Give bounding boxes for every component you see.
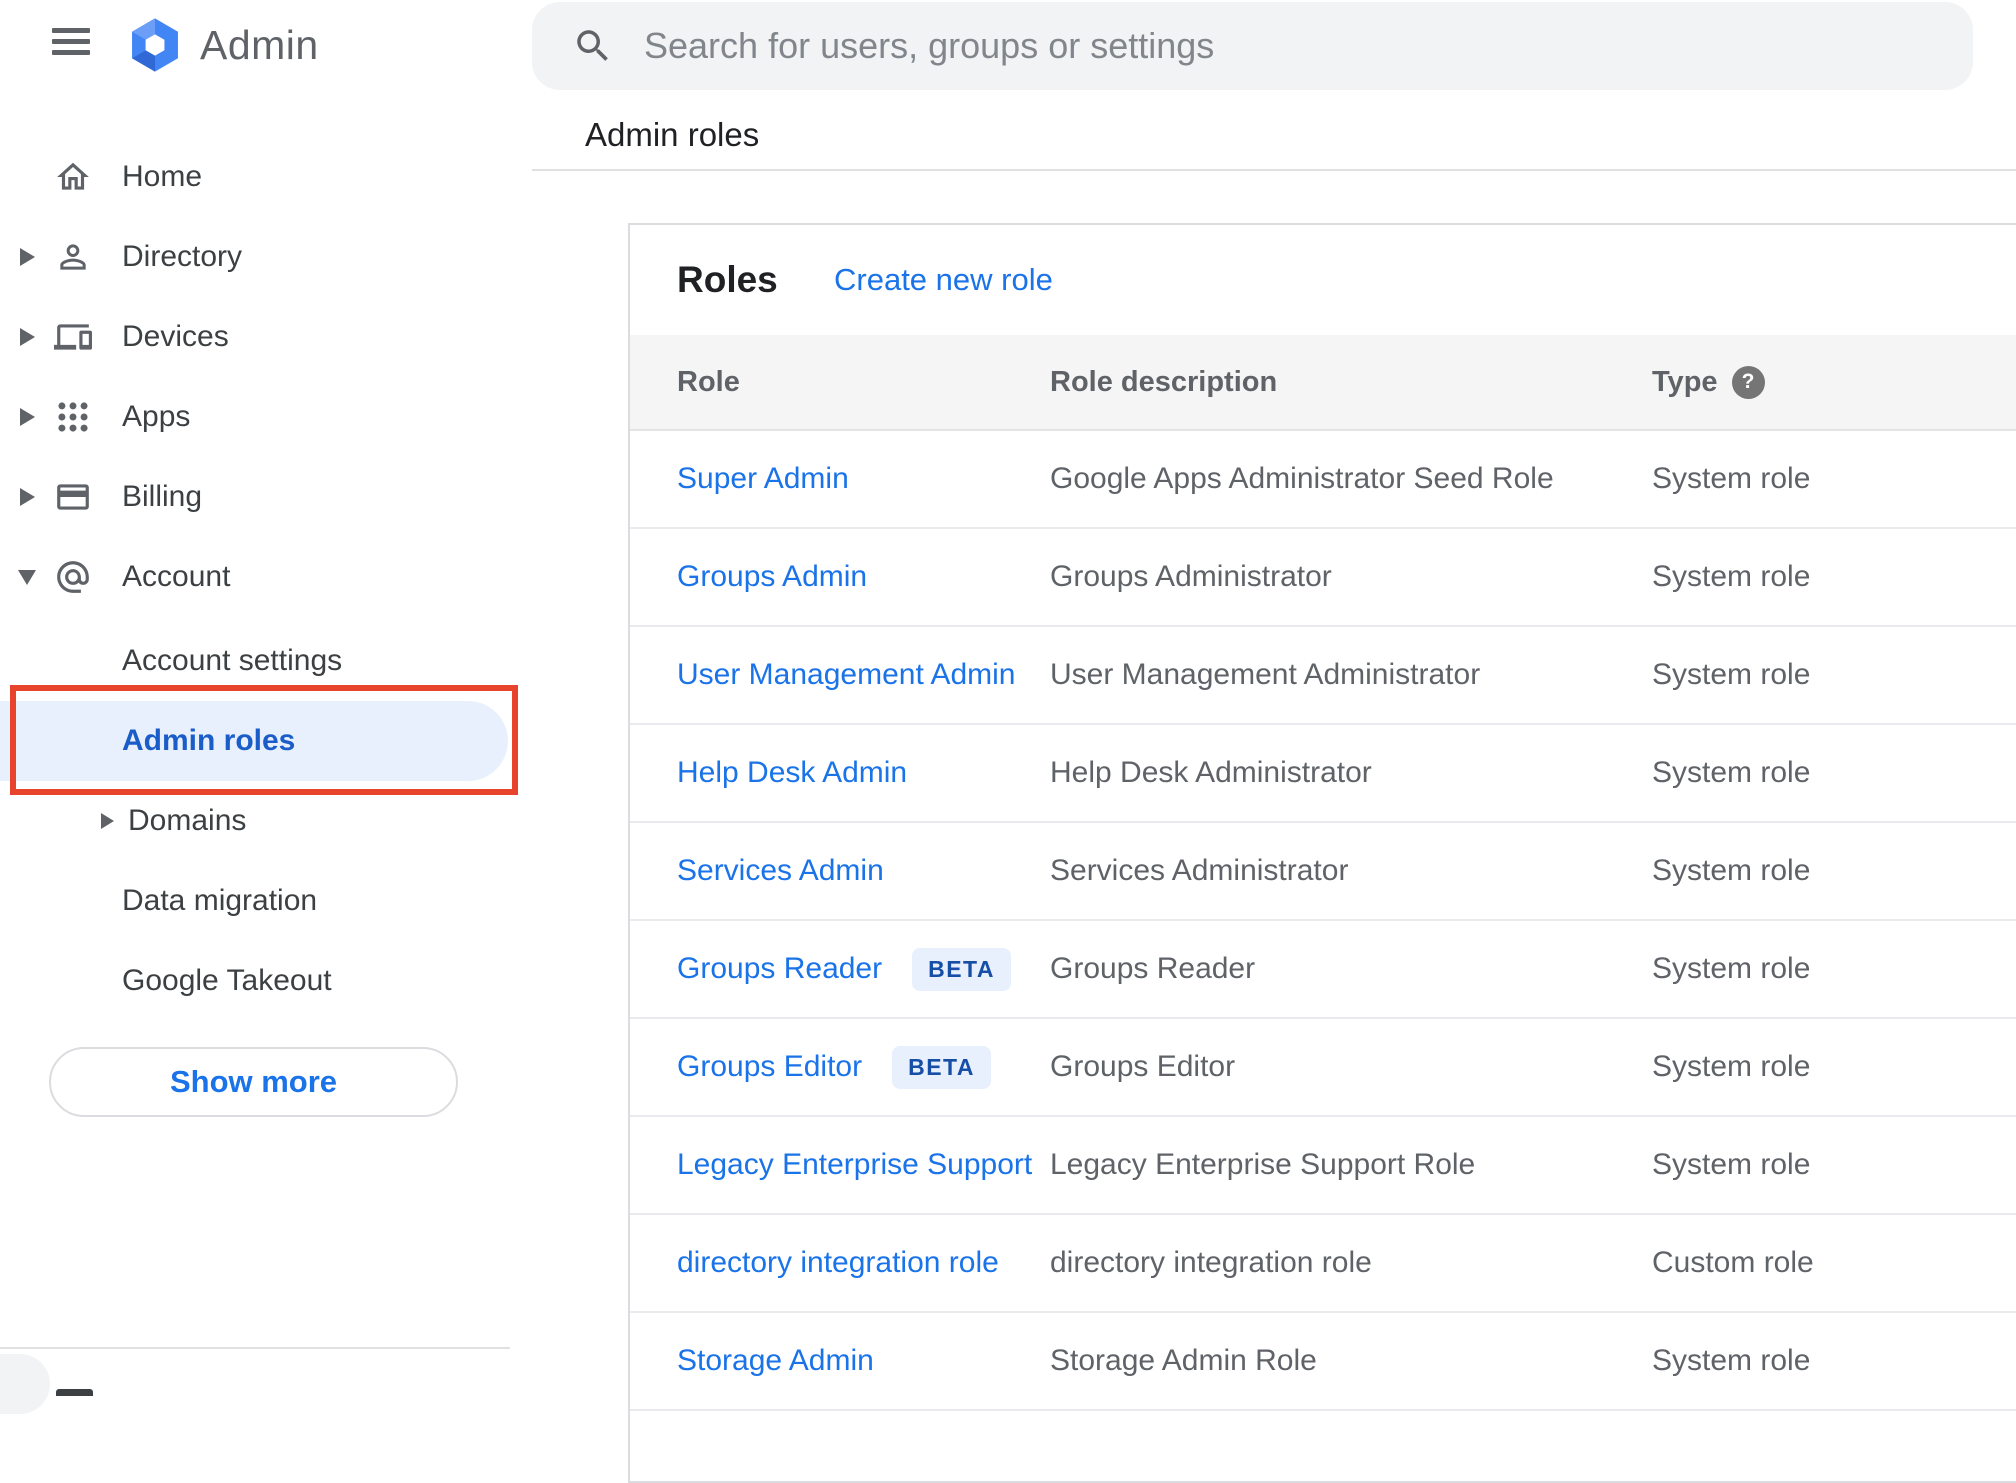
- breadcrumb: Admin roles: [585, 116, 760, 153]
- sidebar-item-label: Billing: [122, 480, 203, 513]
- sidebar-item-label: Data migration: [122, 884, 318, 917]
- person-icon: [54, 238, 92, 276]
- search-input[interactable]: [642, 24, 1973, 68]
- role-link[interactable]: Groups Editor: [677, 1050, 862, 1084]
- sidebar-item-account-settings[interactable]: Account settings: [0, 621, 508, 701]
- role-description: User Management Administrator: [1050, 658, 1481, 691]
- role-type: System role: [1652, 462, 1811, 495]
- beta-badge: BETA: [912, 947, 1012, 991]
- create-new-role-link[interactable]: Create new role: [834, 262, 1053, 298]
- role-type: System role: [1652, 952, 1811, 985]
- expand-arrow-icon[interactable]: [16, 248, 38, 266]
- collapse-arrow-icon[interactable]: [16, 569, 38, 585]
- table-row: Legacy Enterprise Support Legacy Enterpr…: [630, 1117, 2016, 1215]
- partial-bottom-icon: [56, 1389, 93, 1396]
- role-type: System role: [1652, 560, 1811, 593]
- sidebar-item-label: Home: [122, 160, 203, 193]
- table-row: Groups Editor BETA Groups Editor System …: [630, 1019, 2016, 1117]
- table-row: User Management Admin User Management Ad…: [630, 627, 2016, 725]
- role-link[interactable]: Storage Admin: [677, 1344, 874, 1378]
- sidebar-item-label: Google Takeout: [122, 964, 332, 997]
- column-header-role: Role: [677, 365, 740, 398]
- at-email-icon: [54, 558, 92, 596]
- table-row: Services Admin Services Administrator Sy…: [630, 823, 2016, 921]
- expand-arrow-icon[interactable]: [96, 813, 118, 829]
- sidebar-item-label: Devices: [122, 320, 229, 353]
- sidebar-item-label: Apps: [122, 400, 191, 433]
- menu-icon[interactable]: [52, 27, 90, 57]
- help-icon[interactable]: ?: [1731, 365, 1765, 399]
- table-row: Super Admin Google Apps Administrator Se…: [630, 431, 2016, 529]
- sidebar-item-label: Directory: [122, 240, 243, 273]
- show-more-button[interactable]: Show more: [49, 1047, 458, 1117]
- admin-logo[interactable]: Admin: [126, 14, 319, 76]
- bottom-item-highlight: [0, 1354, 50, 1414]
- role-description: Groups Editor: [1050, 1050, 1236, 1083]
- role-link[interactable]: User Management Admin: [677, 658, 1016, 692]
- table-row: Groups Reader BETA Groups Reader System …: [630, 921, 2016, 1019]
- role-link[interactable]: Help Desk Admin: [677, 756, 907, 790]
- role-description: Groups Administrator: [1050, 560, 1332, 593]
- column-header-type: Type ?: [1652, 365, 2016, 399]
- roles-card: Roles Create new role Role Role descript…: [628, 223, 2016, 1483]
- sidebar-item-admin-roles[interactable]: Admin roles: [0, 701, 508, 781]
- role-description: Google Apps Administrator Seed Role: [1050, 462, 1554, 495]
- role-description: directory integration role: [1050, 1246, 1372, 1279]
- search-bar[interactable]: [532, 2, 1973, 90]
- role-type: System role: [1652, 658, 1811, 691]
- column-header-description: Role description: [1050, 365, 1278, 398]
- role-link[interactable]: Groups Admin: [677, 560, 867, 594]
- home-icon: [54, 158, 92, 196]
- role-description: Groups Reader: [1050, 952, 1256, 985]
- roles-title: Roles: [677, 259, 778, 300]
- role-description: Legacy Enterprise Support Role: [1050, 1148, 1476, 1181]
- role-type: System role: [1652, 1148, 1811, 1181]
- beta-badge: BETA: [892, 1045, 991, 1089]
- sidebar-item-directory[interactable]: Directory: [0, 217, 508, 297]
- role-type: System role: [1652, 756, 1811, 789]
- sidebar-item-billing[interactable]: Billing: [0, 457, 508, 537]
- sidebar-item-google-takeout[interactable]: Google Takeout: [0, 941, 508, 1021]
- expand-arrow-icon[interactable]: [16, 408, 38, 426]
- logo-text: Admin: [200, 21, 319, 68]
- search-icon: [577, 30, 608, 61]
- sidebar-item-label: Account: [122, 560, 231, 593]
- expand-arrow-icon[interactable]: [16, 328, 38, 346]
- sidebar-item-home[interactable]: Home: [0, 137, 508, 217]
- credit-card-icon: [54, 478, 92, 516]
- role-link[interactable]: directory integration role: [677, 1246, 999, 1280]
- expand-arrow-icon[interactable]: [16, 488, 38, 506]
- role-description: Help Desk Administrator: [1050, 756, 1372, 789]
- role-description: Storage Admin Role: [1050, 1344, 1317, 1377]
- sidebar-bottom-divider: [0, 1347, 510, 1349]
- role-type: System role: [1652, 1050, 1811, 1083]
- sidebar-item-label: Admin roles: [122, 724, 296, 757]
- table-row: Help Desk Admin Help Desk Administrator …: [630, 725, 2016, 823]
- table-row: Groups Admin Groups Administrator System…: [630, 529, 2016, 627]
- role-type: Custom role: [1652, 1246, 1814, 1279]
- role-link[interactable]: Legacy Enterprise Support: [677, 1148, 1032, 1182]
- sidebar-item-domains[interactable]: Domains: [0, 781, 508, 861]
- header-divider: [532, 169, 2016, 171]
- roles-card-header: Roles Create new role: [630, 225, 2016, 335]
- sidebar-item-account[interactable]: Account: [0, 537, 508, 617]
- table-header-row: Role Role description Type ?: [630, 335, 2016, 431]
- role-description: Services Administrator: [1050, 854, 1349, 887]
- sidebar-item-apps[interactable]: Apps: [0, 377, 508, 457]
- role-link[interactable]: Super Admin: [677, 462, 849, 496]
- sidebar-item-label: Domains: [128, 804, 247, 837]
- role-link[interactable]: Groups Reader: [677, 952, 882, 986]
- role-link[interactable]: Services Admin: [677, 854, 884, 888]
- table-row: Storage Admin Storage Admin Role System …: [630, 1313, 2016, 1411]
- sidebar-item-data-migration[interactable]: Data migration: [0, 861, 508, 941]
- admin-hexagon-icon: [132, 18, 178, 72]
- sidebar-item-label: Account settings: [122, 644, 343, 677]
- apps-icon: [54, 398, 92, 436]
- role-type: System role: [1652, 1344, 1811, 1377]
- devices-icon: [54, 318, 92, 356]
- sidebar-item-devices[interactable]: Devices: [0, 297, 508, 377]
- table-row: directory integration role directory int…: [630, 1215, 2016, 1313]
- role-type: System role: [1652, 854, 1811, 887]
